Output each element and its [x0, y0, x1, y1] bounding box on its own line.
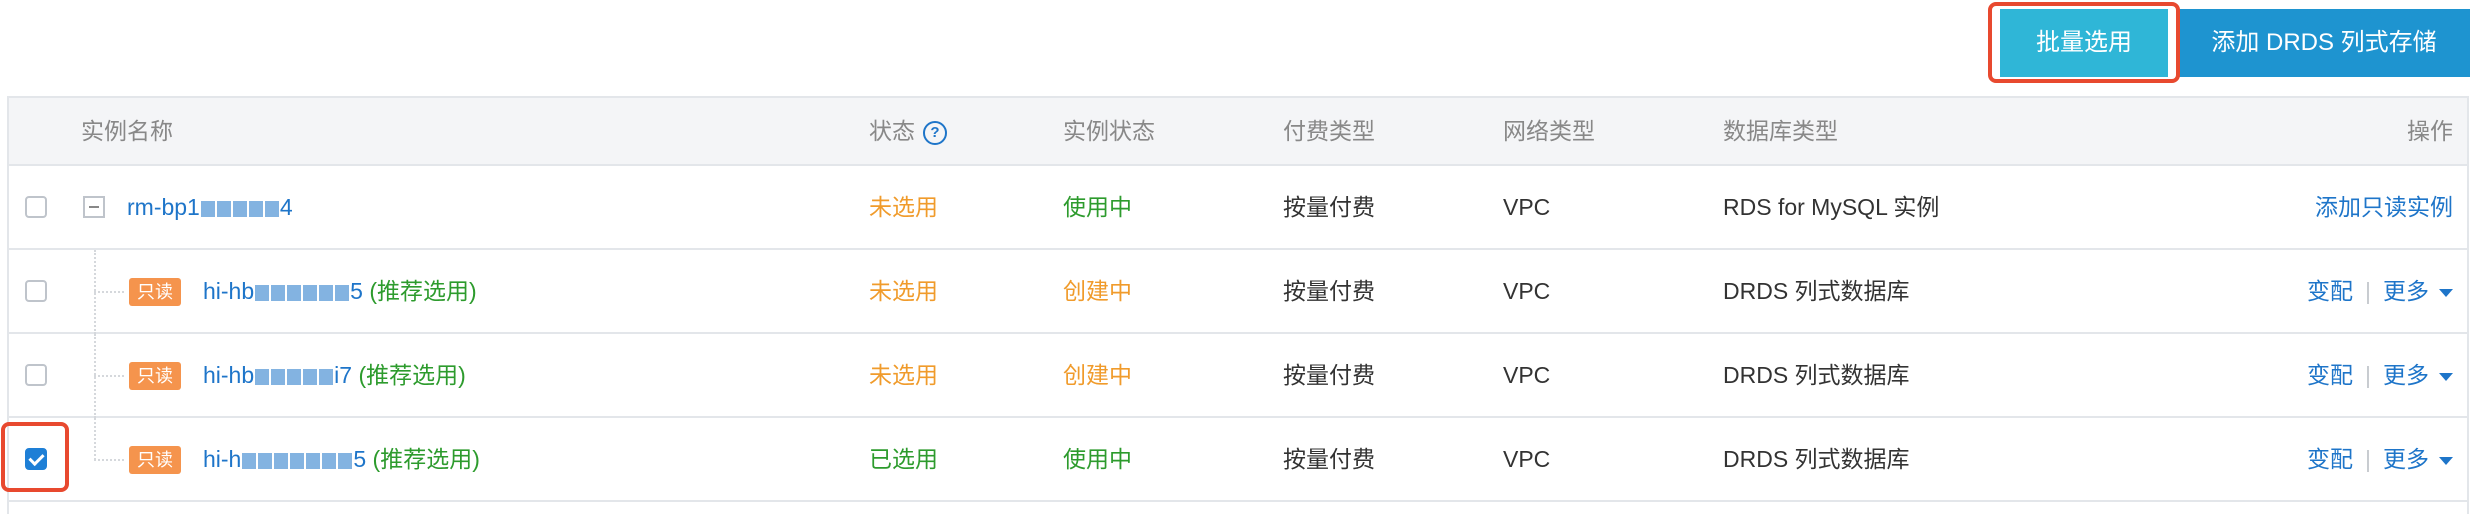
network-type: VPC	[1503, 446, 1551, 472]
action-separator: |	[2365, 362, 2371, 388]
instance-name-suffix: i7	[334, 362, 353, 388]
selection-status: 未选用	[869, 362, 938, 388]
column-header-db-type: 数据库类型	[1723, 118, 1838, 144]
add-readonly-instance-link[interactable]: 添加只读实例	[2315, 166, 2453, 248]
table-row: rm-bp1 4 未选用 使用中 按量付费 VPC RDS for MySQL 实…	[9, 166, 2467, 250]
selection-status: 已选用	[869, 446, 938, 472]
instance-name-link[interactable]: hi-hb i7	[203, 362, 352, 388]
db-type: DRDS 列式数据库	[1723, 278, 1910, 304]
instance-status: 创建中	[1063, 362, 1132, 388]
add-drds-storage-button[interactable]: 添加 DRDS 列式存储	[2178, 9, 2470, 77]
instance-name-prefix: hi-hb	[203, 362, 255, 388]
table-header: 实例名称 状态? 实例状态 付费类型 网络类型 数据库类型 操作	[9, 98, 2467, 166]
more-dropdown[interactable]: 更多	[2383, 362, 2453, 388]
pay-type: 按量付费	[1283, 362, 1375, 388]
tree-connector	[94, 291, 124, 293]
more-label: 更多	[2383, 278, 2429, 304]
selection-status: 未选用	[869, 278, 938, 304]
instance-name-prefix: rm-bp1	[127, 194, 200, 220]
column-header-instance-status: 实例状态	[1063, 118, 1155, 144]
instance-name-link[interactable]: hi-hb 5	[203, 278, 363, 304]
table-row: 只读 hi-h 5 (推荐选用) 已选用 使用中 按量付费 VPC DRDS 列式…	[9, 418, 2467, 502]
column-header-actions: 操作	[2407, 118, 2453, 144]
readonly-tag: 只读	[129, 362, 181, 390]
instance-name-cell: hi-hb 5 (推荐选用)	[203, 250, 477, 332]
row-checkbox[interactable]	[25, 280, 47, 302]
network-type: VPC	[1503, 278, 1551, 304]
toolbar: 批量选用 添加 DRDS 列式存储	[0, 0, 2476, 96]
row-checkbox[interactable]	[25, 364, 47, 386]
column-header-network: 网络类型	[1503, 118, 1595, 144]
instance-name-link[interactable]: hi-h 5	[203, 446, 366, 472]
column-header-status-label: 状态	[869, 118, 915, 144]
instance-name-prefix: hi-hb	[203, 278, 255, 304]
recommend-label: (推荐选用)	[372, 446, 480, 472]
db-type: DRDS 列式数据库	[1723, 446, 1910, 472]
network-type: VPC	[1503, 194, 1551, 220]
action-separator: |	[2365, 446, 2371, 472]
change-config-link[interactable]: 变配	[2307, 362, 2353, 388]
instance-name-cell: hi-hb i7 (推荐选用)	[203, 334, 466, 416]
tree-connector	[94, 459, 124, 461]
highlight-annotation	[1, 422, 69, 492]
instance-name-suffix: 4	[279, 194, 293, 220]
table-row: 只读 hi-hb i7 (推荐选用) 未选用 创建中 按量付费 VPC DRDS …	[9, 334, 2467, 418]
table-row: 只读 hi-hb 5 (推荐选用) 未选用 创建中 按量付费 VPC DRDS 列…	[9, 250, 2467, 334]
chevron-down-icon	[2439, 288, 2453, 297]
collapse-icon[interactable]	[83, 196, 105, 218]
more-dropdown[interactable]: 更多	[2383, 446, 2453, 472]
row-actions: 变配 | 更多	[2307, 334, 2453, 416]
highlight-annotation	[1988, 2, 2180, 83]
instance-status: 创建中	[1063, 278, 1132, 304]
row-actions: 变配 | 更多	[2307, 250, 2453, 332]
chevron-down-icon	[2439, 372, 2453, 381]
recommend-label: (推荐选用)	[369, 278, 477, 304]
instance-status: 使用中	[1063, 446, 1132, 472]
pay-type: 按量付费	[1283, 278, 1375, 304]
instance-name-suffix: 5	[353, 446, 367, 472]
instance-name-link[interactable]: rm-bp1 4	[127, 166, 293, 248]
readonly-tag: 只读	[129, 446, 181, 474]
question-circle-icon[interactable]: ?	[923, 120, 947, 145]
more-label: 更多	[2383, 446, 2429, 472]
instance-name-prefix: hi-h	[203, 446, 242, 472]
network-type: VPC	[1503, 362, 1551, 388]
tree-connector	[94, 375, 124, 377]
recommend-label: (推荐选用)	[358, 362, 466, 388]
pay-type: 按量付费	[1283, 194, 1375, 220]
chevron-down-icon	[2439, 456, 2453, 465]
action-separator: |	[2365, 278, 2371, 304]
tree-connector	[94, 418, 96, 460]
instance-status: 使用中	[1063, 194, 1132, 220]
selection-status: 未选用	[869, 194, 938, 220]
db-type: RDS for MySQL 实例	[1723, 194, 1940, 220]
pay-type: 按量付费	[1283, 446, 1375, 472]
instance-table: 实例名称 状态? 实例状态 付费类型 网络类型 数据库类型 操作 rm-bp1 4…	[7, 96, 2469, 514]
column-header-pay-type: 付费类型	[1283, 118, 1375, 144]
change-config-link[interactable]: 变配	[2307, 446, 2353, 472]
more-dropdown[interactable]: 更多	[2383, 278, 2453, 304]
row-actions: 变配 | 更多	[2307, 418, 2453, 500]
column-header-status: 状态?	[869, 98, 947, 164]
change-config-link[interactable]: 变配	[2307, 278, 2353, 304]
row-checkbox[interactable]	[25, 196, 47, 218]
instance-name-suffix: 5	[350, 278, 363, 304]
column-header-name: 实例名称	[81, 118, 173, 144]
instance-name-cell: hi-h 5 (推荐选用)	[203, 418, 480, 500]
readonly-tag: 只读	[129, 278, 181, 306]
db-type: DRDS 列式数据库	[1723, 362, 1910, 388]
more-label: 更多	[2383, 362, 2429, 388]
